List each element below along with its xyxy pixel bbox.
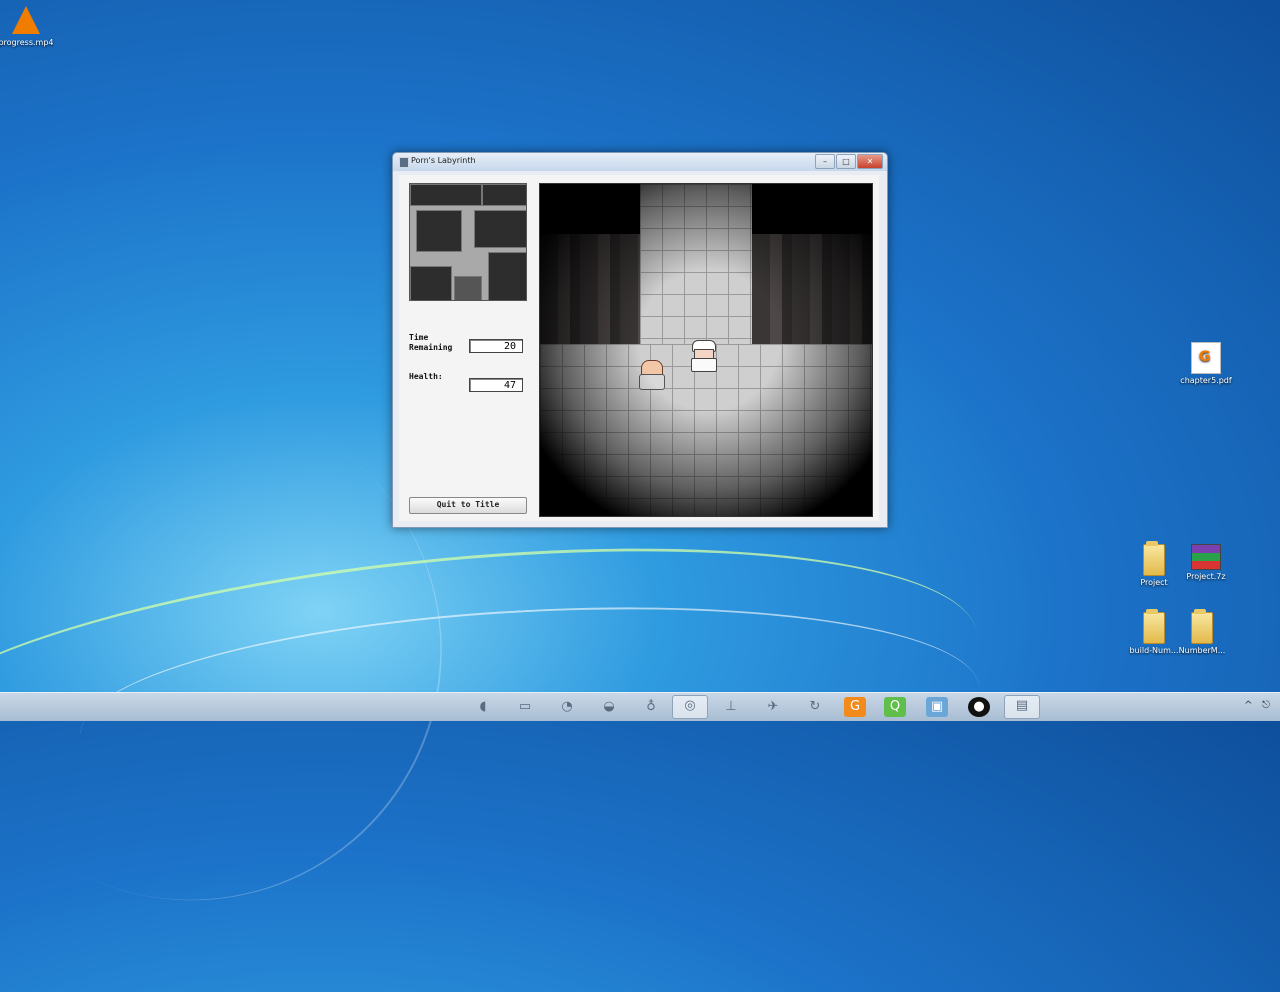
maximize-button[interactable]: □ [836, 154, 856, 169]
health-field: 47 [469, 378, 523, 392]
obs-icon[interactable]: ● [968, 697, 990, 717]
health-label: Health: [409, 372, 443, 381]
desktop-icon-chapter5-pdf[interactable]: chapter5.pdf [1176, 342, 1236, 385]
airplane-icon[interactable]: ✈ [762, 697, 784, 717]
desktop-icon-label: Project.7z [1186, 572, 1226, 581]
refresh-icon[interactable]: ↻ [804, 697, 826, 717]
light-vignette [540, 184, 872, 516]
kettle-icon[interactable]: ◔ [556, 697, 578, 717]
desktop-icon-project-7z[interactable]: Project.7z [1176, 544, 1236, 581]
pdf-reader-icon[interactable]: G [844, 697, 866, 717]
time-remaining-field: 20 [469, 339, 523, 353]
mouse-icon[interactable]: ◖ [472, 697, 494, 717]
close-button[interactable]: ✕ [857, 154, 883, 169]
truck-icon[interactable]: ▭ [514, 697, 536, 717]
window-title: Porn's Labyrinth [411, 156, 476, 165]
monitor-icon[interactable]: ▣ [926, 697, 948, 717]
game-window-taskbar-icon[interactable]: ▤ [1004, 695, 1040, 719]
pdf-file-icon [1191, 342, 1221, 374]
desktop-icon-progress-mp4[interactable]: progress.mp4 [0, 6, 56, 47]
desktop-icon-label: progress.mp4 [0, 38, 54, 47]
system-tray: ^ ⎋ [1244, 700, 1270, 711]
game-window: Porn's Labyrinth – □ ✕ Time Remaining 20… [392, 152, 888, 528]
qt-creator-icon[interactable]: Q [884, 697, 906, 717]
folder-icon [1143, 609, 1165, 644]
app-icon [399, 157, 409, 168]
archive-icon [1191, 544, 1221, 570]
car-icon[interactable]: ◒ [598, 697, 620, 717]
window-client-area: Time Remaining 20 Health: 47 Quit to Tit… [399, 175, 879, 521]
minimap [409, 183, 527, 301]
window-titlebar[interactable]: Porn's Labyrinth – □ ✕ [393, 153, 887, 171]
clock-icon[interactable]: ◎ [672, 695, 708, 719]
quit-to-title-button[interactable]: Quit to Title [409, 497, 527, 514]
minimize-button[interactable]: – [815, 154, 835, 169]
desktop-icon-label: chapter5.pdf [1180, 376, 1232, 385]
time-remaining-label: Time Remaining [409, 333, 453, 352]
game-viewport[interactable] [539, 183, 873, 517]
taskbar: ◖ ▭ ◔ ◒ ♁ ◎ ⊥ ✈ ↻ G Q ▣ ● ▤ ^ ⎋ [0, 692, 1280, 721]
tray-network-icon[interactable]: ⎋ [1262, 700, 1270, 711]
desktop-icon-label: Project [1140, 578, 1168, 587]
folder-icon [1143, 541, 1165, 576]
bottle-icon[interactable]: ♁ [640, 697, 662, 717]
desktop-icon-label: NumberM... [1178, 646, 1226, 655]
folder-icon [1191, 609, 1213, 644]
desktop-icon-project-folder[interactable]: Project [1124, 541, 1184, 587]
lamp-icon[interactable]: ⊥ [720, 697, 742, 717]
tray-expand-icon[interactable]: ^ [1244, 700, 1252, 711]
desktop-icon-numberm-folder[interactable]: NumberM... [1172, 609, 1232, 655]
vlc-icon [12, 6, 40, 36]
